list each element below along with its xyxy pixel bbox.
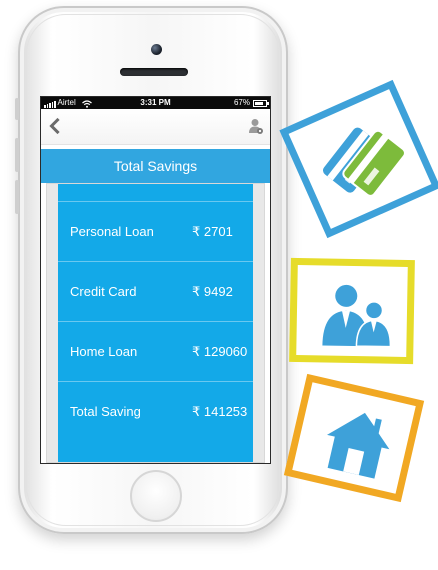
list-item-personal-loan[interactable]: Personal Loan ₹ 2701 <box>58 202 253 262</box>
people-icon <box>322 284 392 348</box>
home-button <box>130 470 182 522</box>
savings-amount: ₹ 141253 <box>192 404 248 419</box>
nav-bar <box>41 109 270 145</box>
phone-mockup: Airtel 3:31 PM 67% Total Savings Persona… <box>15 6 288 534</box>
list-header-strip <box>58 184 253 202</box>
list-item-home-loan[interactable]: Home Loan ₹ 129060 <box>58 322 253 382</box>
battery-info: 67% <box>233 97 269 109</box>
user-settings-icon[interactable] <box>247 117 265 135</box>
battery-icon <box>253 99 269 107</box>
savings-amount: ₹ 9492 <box>192 284 233 299</box>
content-area: Personal Loan ₹ 2701 Credit Card ₹ 9492 … <box>46 183 265 463</box>
volume-down-button <box>15 180 19 214</box>
page-title: Total Savings <box>113 158 198 174</box>
battery-percent: 67% <box>233 98 250 107</box>
house-icon <box>327 412 390 479</box>
savings-label: Personal Loan <box>70 224 154 239</box>
earpiece-speaker <box>120 68 188 76</box>
front-camera <box>151 44 162 55</box>
status-bar: Airtel 3:31 PM 67% <box>41 97 270 109</box>
volume-up-button <box>15 138 19 172</box>
credit-cards-icon <box>323 127 406 197</box>
savings-amount: ₹ 129060 <box>192 344 248 359</box>
list-item-total-saving[interactable]: Total Saving ₹ 141253 <box>58 382 253 442</box>
savings-amount: ₹ 2701 <box>192 224 233 239</box>
savings-label: Home Loan <box>70 344 138 359</box>
house-frame <box>283 373 425 503</box>
people-frame <box>289 257 415 365</box>
credit-cards-frame <box>279 79 438 239</box>
chevron-left-icon[interactable] <box>46 117 64 135</box>
savings-list: Personal Loan ₹ 2701 Credit Card ₹ 9492 … <box>58 184 253 462</box>
mute-switch <box>15 98 19 120</box>
phone-screen: Airtel 3:31 PM 67% Total Savings Persona… <box>40 96 271 464</box>
savings-label: Credit Card <box>70 284 137 299</box>
savings-label: Total Saving <box>70 404 141 419</box>
list-item-credit-card[interactable]: Credit Card ₹ 9492 <box>58 262 253 322</box>
screen-title-bar: Total Savings <box>41 149 270 190</box>
